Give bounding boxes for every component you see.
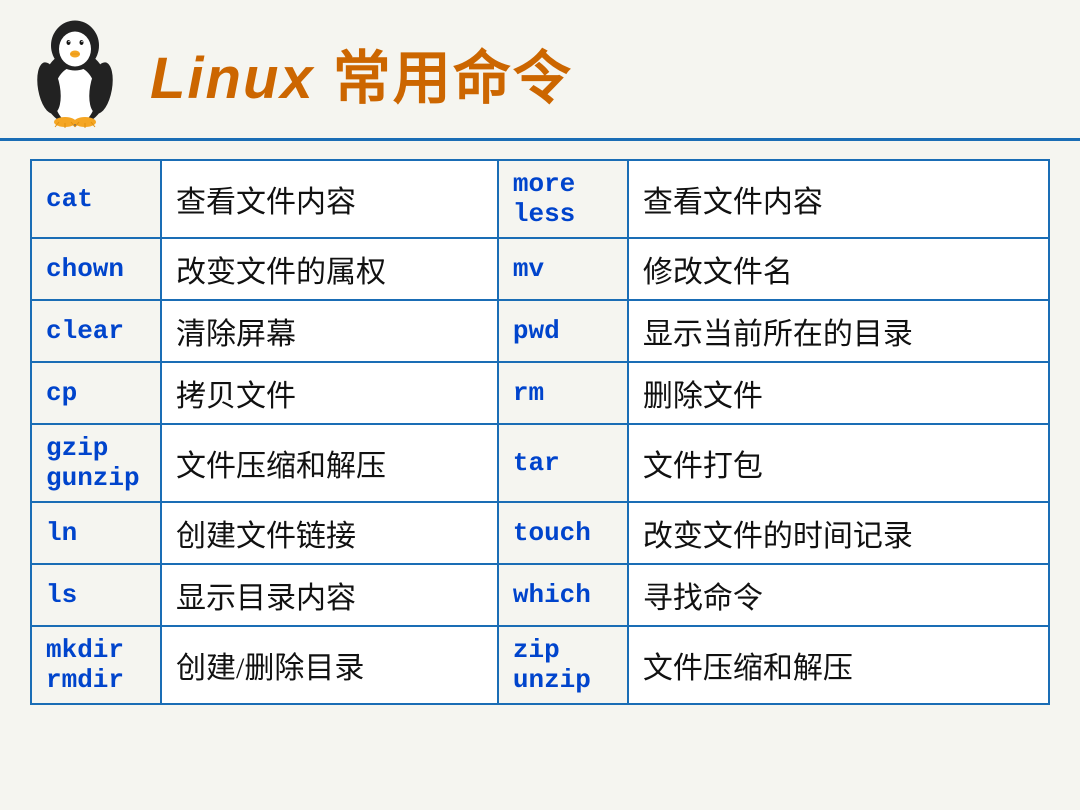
description-left: 显示目录内容 bbox=[161, 564, 498, 626]
commands-table-container: cat查看文件内容moreless查看文件内容chown改变文件的属权mv修改文… bbox=[0, 141, 1080, 715]
header: Linux 常用命令 bbox=[0, 0, 1080, 141]
page-title: Linux 常用命令 bbox=[150, 31, 573, 115]
description-left: 创建/删除目录 bbox=[161, 626, 498, 704]
description-right: 显示当前所在的目录 bbox=[628, 300, 1049, 362]
command-right: mv bbox=[498, 238, 628, 300]
command-right: pwd bbox=[498, 300, 628, 362]
command-left: ls bbox=[31, 564, 161, 626]
command-left: gzipgunzip bbox=[31, 424, 161, 502]
command-left: cat bbox=[31, 160, 161, 238]
slide: Linux 常用命令 cat查看文件内容moreless查看文件内容chown改… bbox=[0, 0, 1080, 810]
command-right: zipunzip bbox=[498, 626, 628, 704]
description-left: 改变文件的属权 bbox=[161, 238, 498, 300]
description-left: 清除屏幕 bbox=[161, 300, 498, 362]
description-right: 文件压缩和解压 bbox=[628, 626, 1049, 704]
command-left: mkdirrmdir bbox=[31, 626, 161, 704]
command-right: moreless bbox=[498, 160, 628, 238]
description-right: 删除文件 bbox=[628, 362, 1049, 424]
command-right: tar bbox=[498, 424, 628, 502]
description-left: 创建文件链接 bbox=[161, 502, 498, 564]
description-right: 文件打包 bbox=[628, 424, 1049, 502]
description-right: 查看文件内容 bbox=[628, 160, 1049, 238]
description-right: 改变文件的时间记录 bbox=[628, 502, 1049, 564]
tux-penguin-icon bbox=[20, 18, 130, 128]
description-right: 修改文件名 bbox=[628, 238, 1049, 300]
command-left: clear bbox=[31, 300, 161, 362]
description-left: 文件压缩和解压 bbox=[161, 424, 498, 502]
command-left: ln bbox=[31, 502, 161, 564]
command-left: chown bbox=[31, 238, 161, 300]
commands-table: cat查看文件内容moreless查看文件内容chown改变文件的属权mv修改文… bbox=[30, 159, 1050, 705]
command-right: touch bbox=[498, 502, 628, 564]
description-right: 寻找命令 bbox=[628, 564, 1049, 626]
command-right: which bbox=[498, 564, 628, 626]
description-left: 查看文件内容 bbox=[161, 160, 498, 238]
command-right: rm bbox=[498, 362, 628, 424]
command-left: cp bbox=[31, 362, 161, 424]
description-left: 拷贝文件 bbox=[161, 362, 498, 424]
